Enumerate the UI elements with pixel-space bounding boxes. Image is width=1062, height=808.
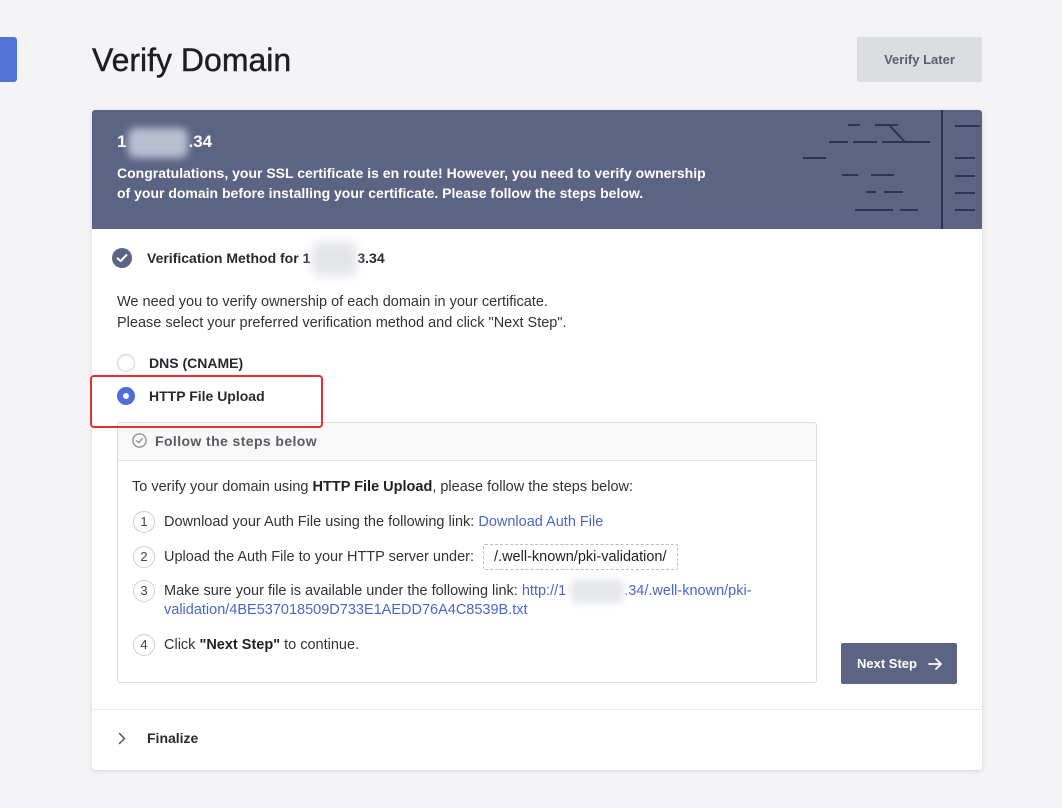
page-title: Verify Domain: [92, 42, 292, 78]
method-section-title: Verification Method for 1 3.34: [147, 242, 385, 277]
next-step-label: Next Step: [857, 656, 917, 671]
arrow-right-icon: [928, 657, 942, 670]
chevron-right-icon: [118, 732, 126, 745]
step-4: 4 Click "Next Step" to continue.: [133, 634, 359, 656]
finalize-label: Finalize: [147, 730, 199, 746]
step-text: Make sure your file is available under t…: [164, 578, 794, 620]
banner-message: Congratulations, your SSL certificate is…: [117, 165, 706, 201]
step-number: 2: [133, 546, 155, 568]
radio-option-dns[interactable]: DNS (CNAME): [117, 354, 243, 372]
steps-panel-header: Follow the steps below: [118, 423, 816, 461]
step-1-text: Download your Auth File using the follow…: [164, 514, 479, 530]
description-line-1: We need you to verify ownership of each …: [117, 294, 548, 310]
step-4-emphasis: "Next Step": [199, 637, 281, 653]
verification-card: 1.34 Congratulations, your SSL certifica…: [92, 110, 982, 770]
redacted-blur: [570, 578, 625, 603]
step-4-text: Click: [164, 637, 200, 653]
redacted-blur: [128, 127, 189, 158]
method-description: We need you to verify ownership of each …: [117, 292, 567, 334]
next-step-button[interactable]: Next Step: [841, 643, 957, 684]
steps-intro: To verify your domain using HTTP File Up…: [132, 477, 633, 497]
radio-label: HTTP File Upload: [149, 388, 265, 404]
radio-button[interactable]: [117, 387, 135, 405]
method-domain-suffix: 3.34: [357, 250, 385, 266]
step-3: 3 Make sure your file is available under…: [133, 578, 794, 620]
radio-option-http-file-upload[interactable]: HTTP File Upload: [117, 387, 265, 405]
step-3-text: Make sure your file is available under t…: [164, 582, 522, 599]
validation-path-box: /.well-known/pki-validation/: [483, 544, 678, 570]
method-section-header[interactable]: Verification Method for 1 3.34: [112, 242, 532, 277]
description-line-2: Please select your preferred verificatio…: [117, 315, 567, 331]
method-domain-prefix: 1: [302, 250, 311, 266]
banner-domain-suffix: .34: [188, 132, 213, 151]
finalize-section-header[interactable]: Finalize: [92, 710, 982, 770]
intro-method: HTTP File Upload: [312, 479, 433, 495]
sidebar-toggle-tab[interactable]: [0, 37, 17, 82]
steps-panel-title: Follow the steps below: [155, 433, 318, 449]
url-prefix: http://1: [521, 582, 567, 599]
step-number: 4: [133, 634, 155, 656]
download-auth-file-link[interactable]: Download Auth File: [478, 514, 603, 530]
step-2-text: Upload the Auth File to your HTTP server…: [164, 549, 475, 565]
step-1: 1 Download your Auth File using the foll…: [133, 511, 603, 533]
intro-text: To verify your domain using: [132, 479, 313, 495]
method-title-text: Verification Method for: [147, 250, 303, 266]
circle-check-outline-icon: [132, 433, 147, 448]
step-number: 3: [133, 580, 155, 602]
step-number: 1: [133, 511, 155, 533]
decor-dashes: [803, 110, 980, 229]
banner-domain-prefix: 1: [117, 132, 127, 151]
step-text: Download your Auth File using the follow…: [164, 511, 603, 533]
check-circle-icon: [112, 248, 132, 268]
redacted-blur: [312, 242, 358, 277]
banner-domain: 1.34: [117, 127, 213, 158]
intro-text-end: , please follow the steps below:: [432, 479, 634, 495]
step-text: Click "Next Step" to continue.: [164, 634, 359, 656]
radio-button[interactable]: [117, 354, 135, 372]
step-4-text-end: to continue.: [280, 637, 360, 653]
verify-later-button[interactable]: Verify Later: [857, 37, 982, 82]
step-2: 2 Upload the Auth File to your HTTP serv…: [133, 544, 678, 570]
radio-label: DNS (CNAME): [149, 355, 244, 371]
banner-decoration: [803, 110, 980, 229]
steps-panel: Follow the steps below To verify your do…: [117, 422, 817, 683]
banner: 1.34 Congratulations, your SSL certifica…: [92, 110, 982, 229]
